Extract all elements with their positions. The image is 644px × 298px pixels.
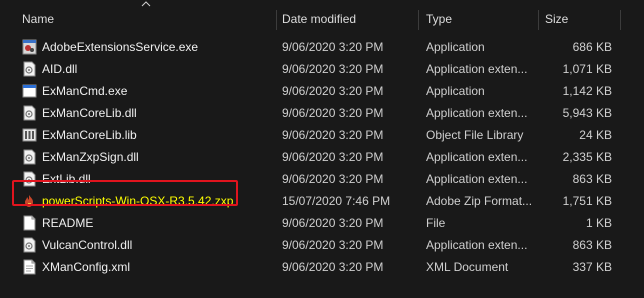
file-size: 5,943 KB — [562, 106, 612, 120]
file-row[interactable]: ExManCoreLib.dll 9/06/2020 3:20 PM Appli… — [0, 102, 644, 124]
file-name: AID.dll — [42, 62, 78, 76]
lib-icon — [22, 128, 37, 142]
file-type: XML Document — [426, 260, 509, 274]
file-row[interactable]: ExManCoreLib.lib 9/06/2020 3:20 PM Objec… — [0, 124, 644, 146]
column-divider[interactable] — [538, 10, 539, 30]
file-row[interactable]: VulcanControl.dll 9/06/2020 3:20 PM Appl… — [0, 234, 644, 256]
sort-ascending-icon — [141, 1, 151, 7]
dll-icon — [23, 149, 36, 165]
file-row[interactable]: ExManZxpSign.dll 9/06/2020 3:20 PM Appli… — [0, 146, 644, 168]
file-list: AdobeExtensionsService.exe 9/06/2020 3:2… — [0, 36, 644, 278]
file-date-modified: 15/07/2020 7:46 PM — [282, 194, 391, 208]
file-size: 1,071 KB — [562, 62, 612, 76]
file-type: Object File Library — [426, 128, 524, 142]
file-date-modified: 9/06/2020 3:20 PM — [282, 260, 384, 274]
file-type: Application exten... — [426, 62, 528, 76]
column-divider[interactable] — [620, 10, 621, 30]
file-size: 1,751 KB — [562, 194, 612, 208]
file-name: XManConfig.xml — [42, 260, 131, 274]
file-size: 2,335 KB — [562, 150, 612, 164]
file-type: Adobe Zip Format... — [426, 194, 533, 208]
file-date-modified: 9/06/2020 3:20 PM — [282, 216, 384, 230]
file-explorer-list: Name Date modified Type Size AdobeExtens… — [0, 0, 644, 298]
file-name: ExManCoreLib.lib — [42, 128, 137, 142]
file-name: AdobeExtensionsService.exe — [42, 40, 199, 54]
file-type: Application exten... — [426, 238, 528, 252]
file-size: 337 KB — [572, 260, 612, 274]
exe-app-icon — [22, 39, 37, 55]
column-divider[interactable] — [418, 10, 419, 30]
file-date-modified: 9/06/2020 3:20 PM — [282, 150, 384, 164]
file-size: 863 KB — [572, 238, 612, 252]
dll-icon — [23, 61, 36, 77]
file-size: 1,142 KB — [562, 84, 612, 98]
file-type: File — [426, 216, 446, 230]
column-header-date-modified[interactable]: Date modified — [282, 8, 356, 30]
file-type: Application exten... — [426, 106, 528, 120]
column-header-bar: Name Date modified Type Size — [0, 8, 644, 30]
blank-file-icon — [23, 215, 36, 231]
file-date-modified: 9/06/2020 3:20 PM — [282, 84, 384, 98]
file-type: Application — [426, 84, 485, 98]
exe-window-icon — [22, 84, 37, 98]
column-header-type[interactable]: Type — [426, 8, 452, 30]
file-date-modified: 9/06/2020 3:20 PM — [282, 62, 384, 76]
xml-file-icon — [23, 259, 36, 275]
scrollbar-track[interactable] — [640, 0, 644, 298]
file-name: README — [42, 216, 94, 230]
file-name: ExManCmd.exe — [42, 84, 128, 98]
dll-icon — [23, 105, 36, 121]
file-name: ExManZxpSign.dll — [42, 150, 139, 164]
file-date-modified: 9/06/2020 3:20 PM — [282, 128, 384, 142]
column-divider[interactable] — [276, 10, 277, 30]
file-row[interactable]: AdobeExtensionsService.exe 9/06/2020 3:2… — [0, 36, 644, 58]
file-size: 686 KB — [572, 40, 612, 54]
file-name: VulcanControl.dll — [42, 238, 133, 252]
file-date-modified: 9/06/2020 3:20 PM — [282, 106, 384, 120]
file-date-modified: 9/06/2020 3:20 PM — [282, 172, 384, 186]
file-row[interactable]: AID.dll 9/06/2020 3:20 PM Application ex… — [0, 58, 644, 80]
column-header-size[interactable]: Size — [545, 8, 568, 30]
file-row[interactable]: ExManCmd.exe 9/06/2020 3:20 PM Applicati… — [0, 80, 644, 102]
column-header-name[interactable]: Name — [22, 8, 54, 30]
file-date-modified: 9/06/2020 3:20 PM — [282, 238, 384, 252]
red-highlight-annotation — [12, 180, 238, 206]
file-type: Application exten... — [426, 150, 528, 164]
file-size: 1 KB — [585, 216, 612, 230]
file-date-modified: 9/06/2020 3:20 PM — [282, 40, 384, 54]
file-size: 24 KB — [579, 128, 612, 142]
file-row[interactable]: README 9/06/2020 3:20 PM File 1 KB — [0, 212, 644, 234]
file-type: Application — [426, 40, 485, 54]
dll-icon — [23, 237, 36, 253]
file-name: ExManCoreLib.dll — [42, 106, 137, 120]
file-row[interactable]: XManConfig.xml 9/06/2020 3:20 PM XML Doc… — [0, 256, 644, 278]
file-type: Application exten... — [426, 172, 528, 186]
file-size: 863 KB — [572, 172, 612, 186]
